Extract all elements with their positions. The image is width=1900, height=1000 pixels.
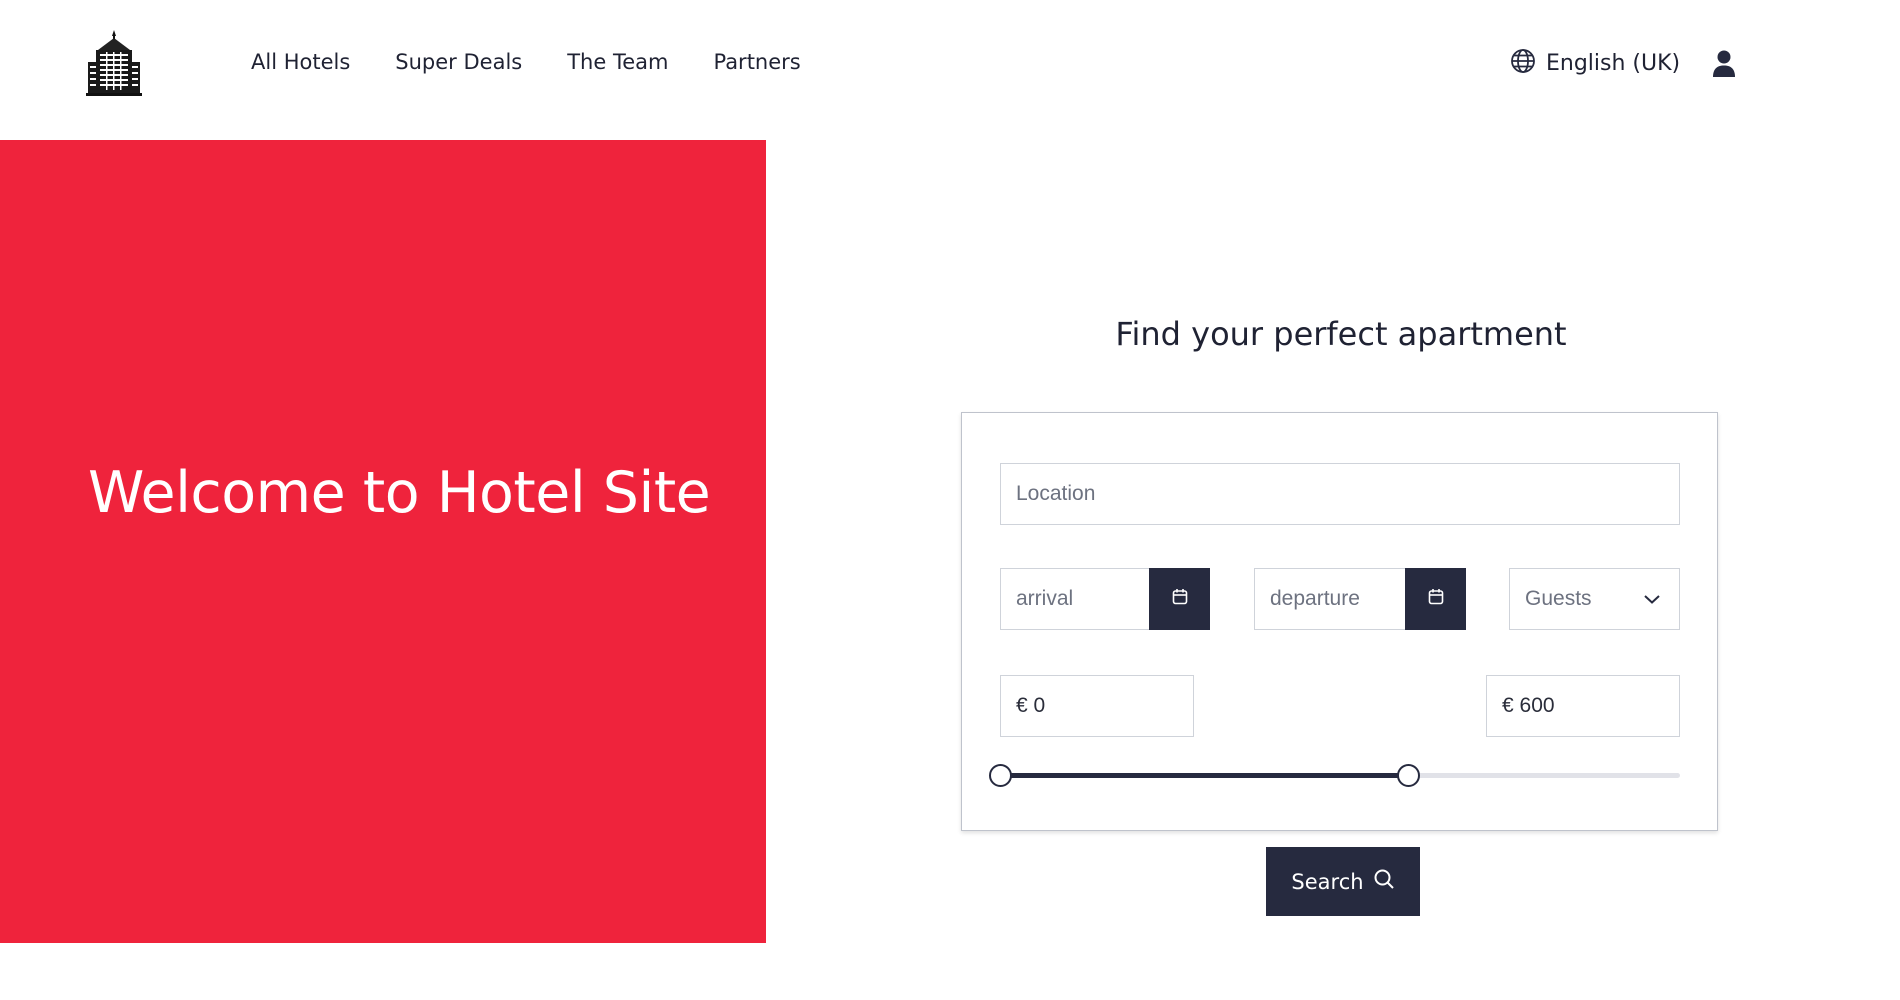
calendar-icon (1428, 587, 1444, 611)
max-price-field[interactable] (1486, 675, 1680, 737)
min-price-input[interactable] (1016, 676, 1193, 736)
guests-select[interactable]: Guests (1509, 568, 1680, 630)
search-button[interactable]: Search (1266, 847, 1420, 916)
arrival-calendar-button[interactable] (1149, 568, 1210, 630)
search-button-label: Search (1291, 869, 1364, 894)
price-range-slider[interactable] (989, 762, 1680, 788)
max-price-input[interactable] (1502, 676, 1679, 736)
chevron-down-icon (1643, 587, 1661, 611)
departure-calendar-button[interactable] (1405, 568, 1466, 630)
search-form: Guests (961, 412, 1718, 831)
nav-all-hotels[interactable]: All Hotels (251, 50, 350, 74)
calendar-icon (1172, 587, 1188, 611)
arrival-field[interactable] (1000, 568, 1210, 630)
guests-label: Guests (1525, 587, 1592, 610)
slider-fill (1000, 773, 1408, 778)
hero-banner: Welcome to Hotel Site (0, 140, 766, 943)
globe-icon (1510, 48, 1536, 78)
nav-partners[interactable]: Partners (713, 50, 800, 74)
main-nav: All Hotels Super Deals The Team Partners (251, 50, 801, 74)
slider-handle-max[interactable] (1397, 764, 1420, 787)
user-icon[interactable] (1712, 50, 1736, 78)
search-title: Find your perfect apartment (1115, 315, 1567, 353)
site-header: All Hotels Super Deals The Team Partners… (0, 0, 1900, 140)
nav-super-deals[interactable]: Super Deals (395, 50, 522, 74)
language-selector[interactable]: English (UK) (1510, 48, 1680, 78)
location-input[interactable] (1016, 464, 1679, 524)
slider-handle-min[interactable] (989, 764, 1012, 787)
min-price-field[interactable] (1000, 675, 1194, 737)
departure-field[interactable] (1254, 568, 1466, 630)
search-icon (1373, 868, 1395, 895)
nav-the-team[interactable]: The Team (567, 50, 668, 74)
language-label: English (UK) (1546, 50, 1681, 76)
location-field[interactable] (1000, 463, 1680, 525)
hero-title: Welcome to Hotel Site (88, 460, 711, 526)
hotel-building-icon[interactable] (84, 28, 144, 96)
